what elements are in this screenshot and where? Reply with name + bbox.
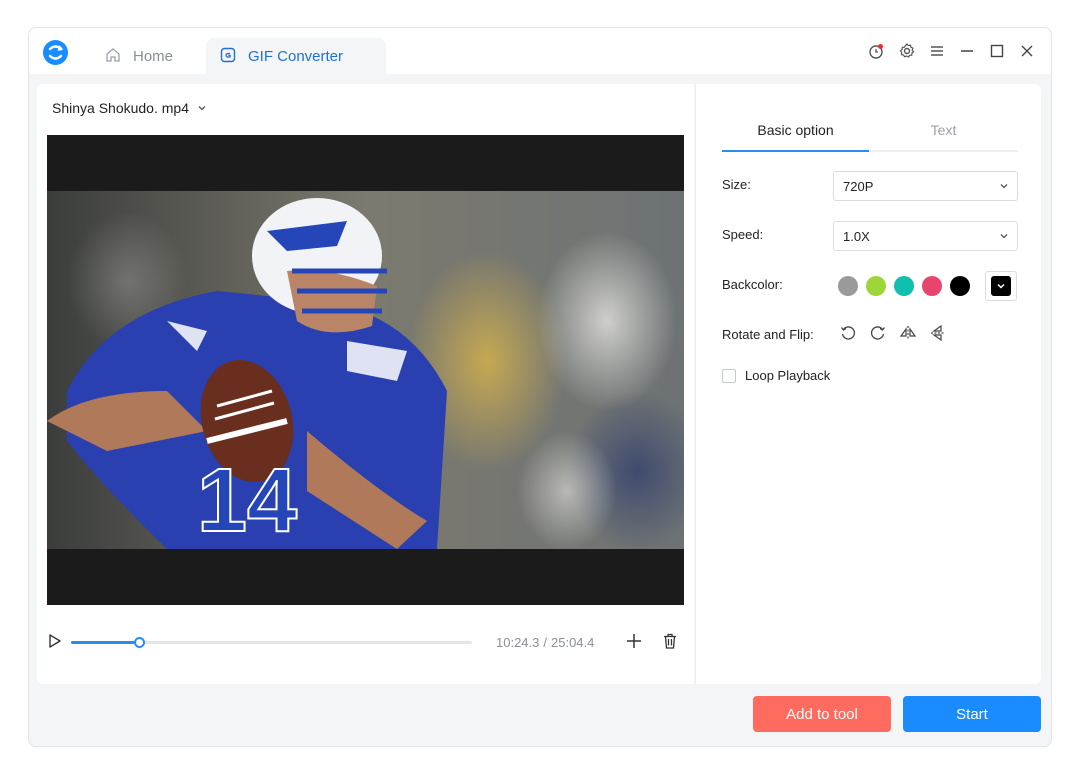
- chevron-down-icon: [197, 100, 207, 116]
- app-window: Home GIF Converter Shinya Shokudo. mp4 1…: [28, 27, 1052, 747]
- active-tab-indicator: [722, 150, 869, 152]
- swatch-teal[interactable]: [894, 276, 914, 296]
- flip-horizontal-icon[interactable]: [899, 324, 919, 344]
- start-button[interactable]: Start: [903, 696, 1041, 732]
- chevron-down-icon: [999, 179, 1009, 194]
- current-time: 10:24.3: [496, 635, 540, 650]
- video-frame-image: 14: [47, 191, 684, 549]
- speed-value: 1.0X: [843, 228, 870, 244]
- size-value: 720P: [843, 178, 874, 194]
- add-to-tool-button[interactable]: Add to tool: [753, 696, 891, 732]
- close-icon[interactable]: [1016, 40, 1038, 62]
- maximize-icon[interactable]: [986, 40, 1008, 62]
- tab-home-label: Home: [133, 47, 174, 65]
- notification-icon[interactable]: [865, 40, 887, 62]
- swatch-pink[interactable]: [922, 276, 942, 296]
- rotate-left-icon[interactable]: [839, 324, 859, 344]
- backcolor-label: Backcolor:: [722, 277, 783, 292]
- menu-icon[interactable]: [926, 40, 948, 62]
- progress-fill: [71, 641, 140, 644]
- tab-text[interactable]: Text: [869, 122, 1018, 138]
- player-panel: Shinya Shokudo. mp4 14 10:24.3 / 25:04.4: [37, 84, 694, 684]
- option-tabs: Basic option Text: [722, 114, 1018, 152]
- time-display: 10:24.3 / 25:04.4: [496, 635, 594, 650]
- plus-icon: [625, 634, 643, 654]
- color-picker-button[interactable]: [985, 271, 1017, 301]
- speed-select[interactable]: 1.0X: [833, 221, 1018, 251]
- rotate-flip-label: Rotate and Flip:: [722, 327, 814, 342]
- swatch-gray[interactable]: [838, 276, 858, 296]
- swatch-green[interactable]: [866, 276, 886, 296]
- total-time: 25:04.4: [551, 635, 595, 650]
- loop-playback-checkbox[interactable]: [722, 369, 736, 383]
- tab-gif-converter-label: GIF Converter: [248, 47, 344, 65]
- speed-label: Speed:: [722, 227, 764, 242]
- progress-slider[interactable]: [71, 637, 472, 648]
- file-dropdown[interactable]: Shinya Shokudo. mp4: [52, 100, 207, 116]
- rotate-right-icon[interactable]: [869, 324, 889, 344]
- minimize-icon[interactable]: [956, 40, 978, 62]
- add-clip-button[interactable]: [625, 632, 643, 655]
- time-separator: /: [543, 635, 547, 650]
- title-bar: Home GIF Converter: [29, 28, 1051, 74]
- flip-vertical-icon[interactable]: [929, 324, 949, 344]
- chevron-down-icon: [999, 229, 1009, 244]
- settings-gear-icon[interactable]: [896, 40, 918, 62]
- svg-text:14: 14: [197, 451, 297, 549]
- trash-icon: [661, 633, 679, 654]
- progress-thumb[interactable]: [134, 637, 146, 648]
- loop-playback-label: Loop Playback: [745, 368, 831, 383]
- video-preview[interactable]: 14: [47, 135, 684, 605]
- play-button[interactable]: [47, 633, 63, 654]
- home-icon: [105, 47, 123, 65]
- chevron-down-icon: [991, 276, 1011, 296]
- app-logo: [43, 40, 68, 65]
- delete-clip-button[interactable]: [661, 632, 679, 655]
- tab-home[interactable]: Home: [91, 38, 201, 74]
- file-name: Shinya Shokudo. mp4: [52, 100, 189, 116]
- tab-basic-option[interactable]: Basic option: [722, 122, 869, 138]
- swatch-black[interactable]: [950, 276, 970, 296]
- options-panel: Basic option Text Size: 720P Speed: 1.0X…: [695, 84, 1041, 684]
- size-select[interactable]: 720P: [833, 171, 1018, 201]
- gif-icon: [220, 47, 238, 65]
- tab-gif-converter[interactable]: GIF Converter: [206, 38, 386, 74]
- size-label: Size:: [722, 177, 751, 192]
